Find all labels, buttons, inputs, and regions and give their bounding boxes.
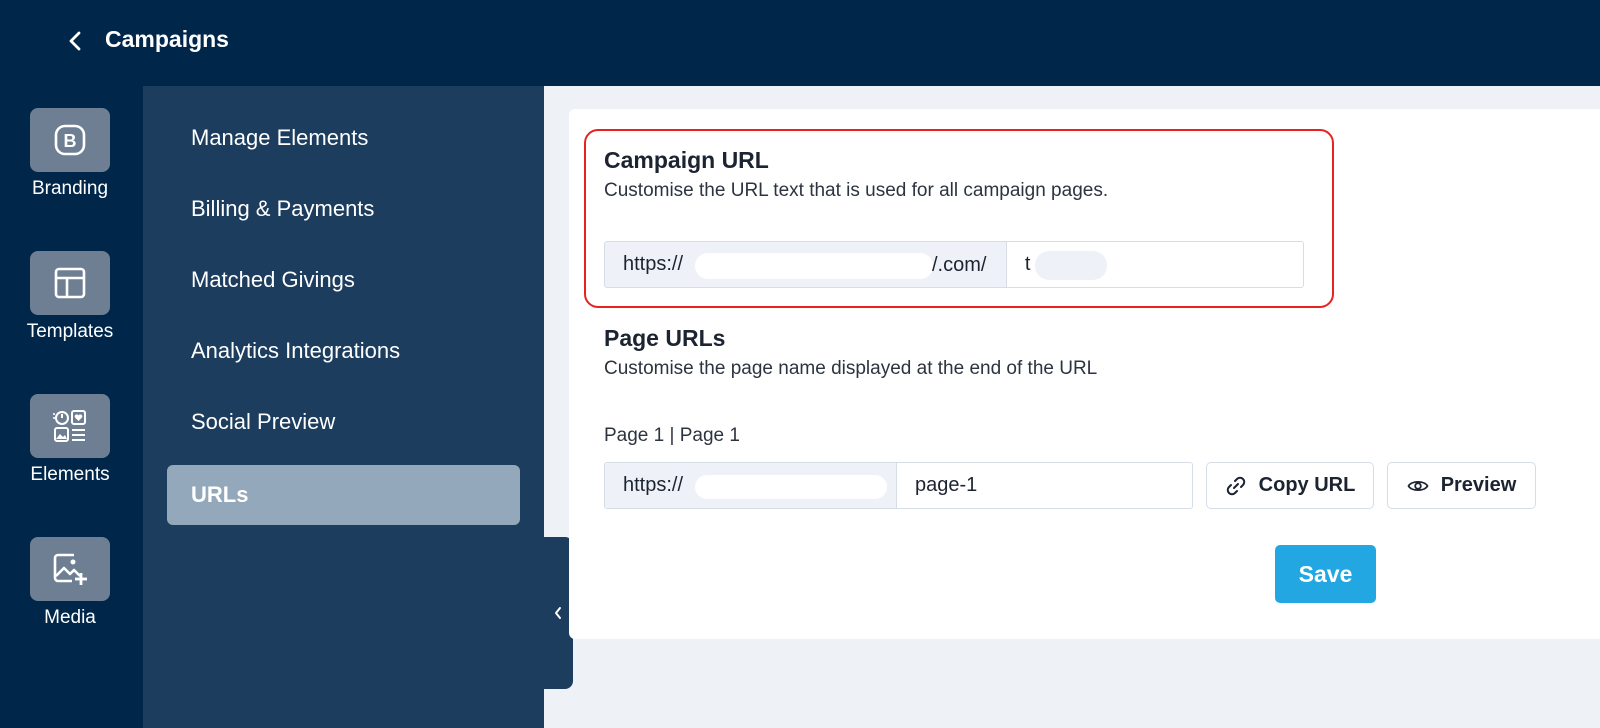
elements-icon — [53, 410, 86, 442]
copy-url-label: Copy URL — [1258, 474, 1356, 496]
campaign-url-title: Campaign URL — [604, 147, 769, 173]
settings-submenu: Manage Elements Billing & Payments Match… — [143, 86, 544, 728]
page-urls-title: Page URLs — [604, 325, 726, 351]
eye-icon — [1407, 480, 1429, 491]
submenu-item-manage-elements[interactable]: Manage Elements — [167, 108, 520, 168]
rail-item-elements[interactable]: Elements — [0, 394, 143, 504]
page-url-prefix: https:// — [605, 463, 897, 508]
page-url-input[interactable]: page-1 — [897, 463, 1192, 508]
submenu-item-analytics-integrations[interactable]: Analytics Integrations — [167, 321, 520, 381]
redacted-domain — [695, 475, 887, 499]
page-title: Campaigns — [105, 26, 229, 52]
page-urls-description: Customise the page name displayed at the… — [604, 358, 1098, 379]
submenu-item-social-preview[interactable]: Social Preview — [167, 392, 520, 452]
preview-button[interactable]: Preview — [1387, 462, 1536, 509]
page-1-label: Page 1 | Page 1 — [604, 425, 740, 446]
campaign-url-description: Customise the URL text that is used for … — [604, 180, 1109, 201]
chevron-left-icon — [555, 607, 561, 619]
rail-tile — [30, 251, 110, 315]
campaign-url-prefix-start: https:// — [623, 253, 684, 275]
page-url-field-group: https:// page-1 — [604, 462, 1193, 509]
rail-tile: B — [30, 108, 110, 172]
campaign-url-prefix: https:// /.com/ — [605, 242, 1007, 287]
media-icon — [53, 553, 87, 585]
campaign-url-value: t — [1024, 253, 1031, 275]
page-url-value: page-1 — [915, 474, 978, 496]
svg-text:B: B — [64, 131, 77, 151]
rail-item-media[interactable]: Media — [0, 537, 143, 647]
link-icon — [1226, 476, 1245, 495]
rail-item-branding[interactable]: B Branding — [0, 108, 143, 218]
rail-item-templates[interactable]: Templates — [0, 251, 143, 361]
campaign-url-input[interactable]: t — [1006, 242, 1303, 287]
preview-label: Preview — [1440, 474, 1517, 496]
icon-rail: B Branding Templates Elements Media — [0, 86, 143, 728]
submenu-item-billing-payments[interactable]: Billing & Payments — [167, 179, 520, 239]
save-button[interactable]: Save — [1275, 545, 1376, 603]
copy-url-button[interactable]: Copy URL — [1206, 462, 1374, 509]
rail-tile — [30, 537, 110, 601]
campaign-url-field-group: https:// /.com/ t — [604, 241, 1304, 288]
branding-icon: B — [54, 124, 86, 156]
top-bar: Campaigns — [0, 0, 1600, 86]
page-url-prefix-start: https:// — [623, 474, 684, 496]
chevron-left-icon — [69, 31, 81, 51]
rail-label-branding: Branding — [31, 178, 109, 199]
rail-label-media: Media — [44, 607, 96, 628]
templates-icon — [54, 267, 86, 299]
rail-tile — [30, 394, 110, 458]
submenu-item-urls[interactable]: URLs — [167, 465, 520, 525]
redacted-value — [1034, 251, 1107, 280]
submenu-item-matched-givings[interactable]: Matched Givings — [167, 250, 520, 310]
campaign-url-prefix-end: /.com/ — [932, 254, 987, 276]
redacted-domain — [695, 253, 933, 279]
rail-label-templates: Templates — [26, 321, 114, 342]
back-button[interactable] — [62, 28, 88, 54]
rail-label-elements: Elements — [30, 464, 110, 485]
